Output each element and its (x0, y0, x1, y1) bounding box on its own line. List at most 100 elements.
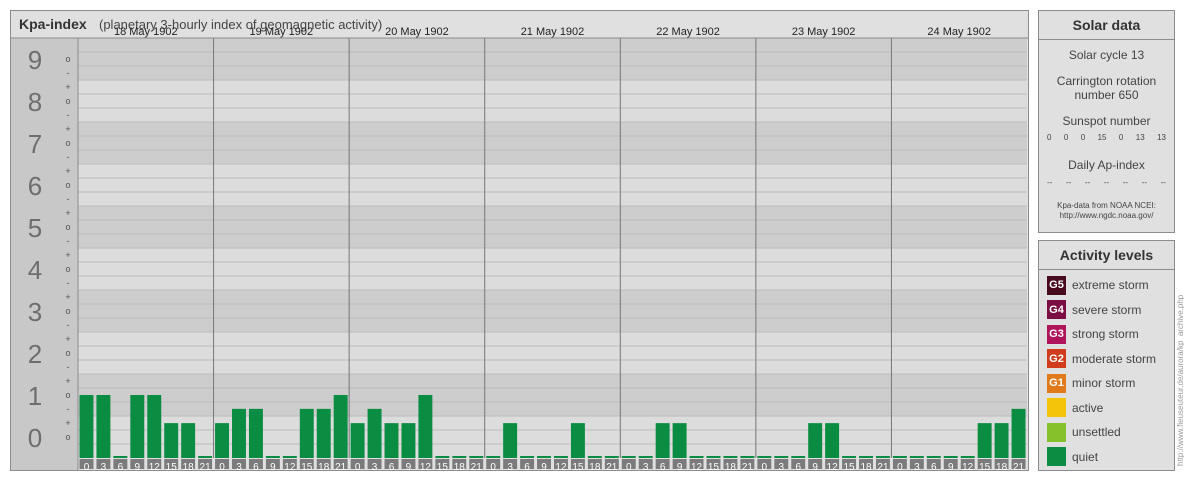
kp-bar (384, 423, 399, 458)
kp-bar (503, 423, 518, 458)
y-minor-mark: o (65, 96, 70, 106)
interval-start-label: 3 (101, 462, 107, 470)
y-minor-mark: + (65, 166, 70, 176)
interval-start-label: 15 (844, 462, 856, 470)
kp-bar (638, 456, 653, 458)
y-minor-mark: - (67, 320, 70, 330)
kp-bar (435, 456, 450, 458)
interval-start-label: 0 (84, 462, 90, 470)
y-minor-mark: - (67, 404, 70, 414)
activity-level-row: unsettled (1047, 422, 1121, 442)
kp-bar (960, 456, 975, 458)
sunspot-values: 0 0 0 15 0 13 13 (1039, 133, 1174, 142)
interval-start-label: 0 (355, 462, 361, 470)
y-minor-mark: o (65, 348, 70, 358)
y-minor-mark: + (65, 292, 70, 302)
y-tick-label: 3 (28, 297, 42, 327)
interval-start-label: 18 (318, 462, 330, 470)
interval-start-label: 0 (897, 462, 903, 470)
y-minor-mark: - (67, 152, 70, 162)
y-minor-mark: o (65, 432, 70, 442)
kp-band (78, 206, 1027, 248)
kp-band (78, 122, 1027, 164)
activity-level-label: active (1072, 400, 1104, 415)
kp-bar (570, 423, 585, 458)
interval-start-label: 3 (778, 462, 784, 470)
sunspot-value: 15 (1097, 133, 1107, 142)
interval-start-label: 6 (931, 462, 937, 470)
day-label: 20 May 1902 (385, 26, 449, 38)
solar-data-heading: Solar data (1039, 11, 1174, 40)
activity-level-label: strong storm (1072, 327, 1139, 341)
interval-start-label: 18 (589, 462, 601, 470)
kp-bar (774, 456, 789, 458)
interval-start-label: 15 (572, 462, 584, 470)
activity-levels-panel: Activity levels G5 extreme storm G4 severe … (1038, 240, 1175, 471)
kp-bar (248, 408, 263, 458)
interval-start-label: 12 (555, 462, 567, 470)
interval-start-label: 9 (406, 462, 412, 470)
ap-value: -- (1103, 178, 1110, 187)
y-minor-mark: - (67, 236, 70, 246)
interval-start-label: 12 (962, 462, 974, 470)
kp-band (78, 332, 1027, 374)
activity-level-row: G4 severe storm (1047, 300, 1141, 320)
kp-bar (977, 423, 992, 458)
side-url: http://www.fieuseuteur.de/aurora/kp_arch… (1176, 294, 1184, 466)
kp-bar (875, 456, 890, 458)
sunspot-heading: Sunspot number (1062, 114, 1151, 128)
kp-bar (350, 423, 365, 458)
sunspot-value: 0 (1118, 133, 1124, 142)
kp-bar (1011, 408, 1026, 458)
y-minor-mark: o (65, 180, 70, 190)
kp-band (78, 374, 1027, 416)
y-minor-mark: o (65, 222, 70, 232)
y-minor-mark: o (65, 138, 70, 148)
ap-value: -- (1047, 178, 1053, 187)
kp-bar (604, 456, 619, 458)
activity-level-label: quiet (1072, 449, 1099, 464)
interval-start-label: 21 (335, 462, 347, 470)
kp-bar (147, 395, 162, 458)
kp-bar (113, 456, 128, 458)
kp-bar (367, 408, 382, 458)
activity-level-swatch: G3 (1047, 324, 1066, 344)
kp-bar (706, 456, 721, 458)
kp-bar (79, 395, 94, 458)
interval-start-label: 18 (860, 462, 872, 470)
y-minor-mark: + (65, 82, 70, 92)
activity-level-label: extreme storm (1072, 278, 1149, 292)
ap-value: -- (1065, 178, 1072, 187)
activity-level-swatch: G1 (1047, 373, 1066, 393)
ap-value: -- (1141, 178, 1148, 187)
kp-bar (282, 456, 297, 458)
y-tick-label: 1 (28, 381, 42, 411)
solar-cycle: Solar cycle 13 (1068, 48, 1145, 62)
y-minor-mark: + (65, 376, 70, 386)
kp-bar (689, 456, 704, 458)
kp-bar (825, 423, 840, 458)
y-tick-label: 0 (28, 423, 42, 453)
interval-start-label: 12 (284, 462, 296, 470)
activity-level-row: G3 strong storm (1047, 324, 1139, 344)
day-label: 21 May 1902 (521, 26, 585, 38)
kp-bar (215, 423, 230, 458)
interval-start-label: 3 (643, 462, 649, 470)
kp-bar (520, 456, 535, 458)
day-label: 24 May 1902 (927, 26, 991, 38)
interval-start-label: 21 (1013, 462, 1025, 470)
kp-bar (859, 456, 873, 458)
y-minor-mark: o (65, 390, 70, 400)
kp-bar (469, 456, 484, 458)
interval-start-label: 21 (606, 462, 618, 470)
kp-bar (452, 456, 467, 458)
kp-bar (723, 456, 738, 458)
y-minor-mark: + (65, 334, 70, 344)
interval-start-label: 15 (979, 462, 991, 470)
kp-bar (909, 456, 924, 458)
kp-bar (926, 456, 941, 458)
kp-bar (791, 456, 806, 458)
kp-bar (333, 395, 348, 458)
activity-level-row: G1 minor storm (1047, 373, 1135, 393)
sunspot-value: 13 (1157, 133, 1166, 142)
